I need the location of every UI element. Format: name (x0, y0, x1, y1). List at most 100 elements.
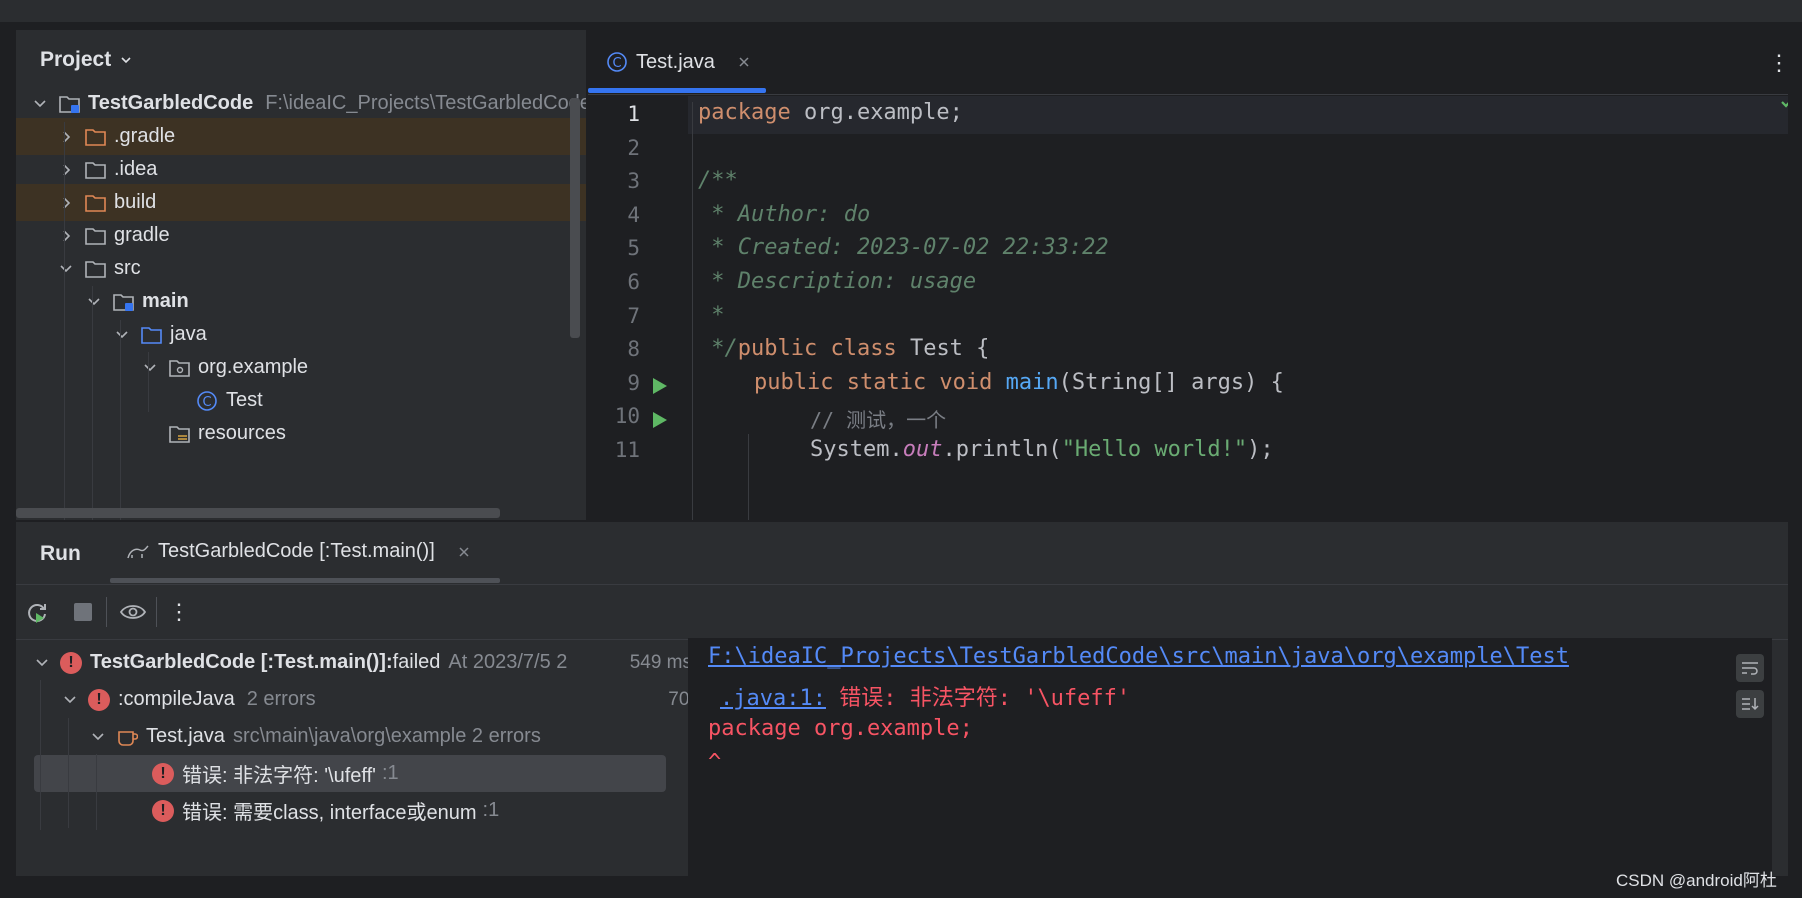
tab-test-java[interactable]: C Test.java (588, 30, 766, 94)
code-line-11[interactable]: System.out.println("Hello world!"); (810, 437, 1274, 462)
chevron-down-icon[interactable] (56, 259, 76, 279)
project-tool-window: Project TestGarbledCode F:\ideaIC_Projec… (16, 30, 586, 520)
chevron-down-icon[interactable] (60, 690, 80, 710)
code-line-6[interactable]: * Description: usage (698, 269, 976, 294)
excluded-folder-icon (84, 192, 108, 214)
console-error-message: 错误: 非法字符: '\ufeff' (825, 686, 1131, 711)
run-gutter-icon[interactable] (650, 410, 670, 430)
tree-item-root[interactable]: TestGarbledCode F:\ideaIC_Projects\TestG… (16, 85, 586, 122)
tree-item-resources[interactable]: resources (16, 415, 586, 452)
console-caret-line: ^ (708, 750, 722, 775)
tree-indent-guide (148, 352, 149, 412)
tree-item-label: build (114, 191, 157, 213)
code-token: package (698, 100, 791, 125)
code-line-8[interactable]: */public class Test { (698, 336, 989, 361)
tree-item-gradle[interactable]: gradle (16, 217, 586, 254)
code-line-5[interactable]: * Created: 2023-07-02 22:33:22 (698, 235, 1108, 260)
tree-item-idea[interactable]: .idea (16, 151, 586, 188)
line-number: 4 (627, 203, 640, 227)
chevron-down-icon[interactable] (30, 94, 50, 114)
chevron-right-icon[interactable] (56, 127, 76, 147)
more-options-icon[interactable]: ⋮ (1768, 50, 1788, 76)
stop-icon[interactable] (70, 599, 96, 625)
excluded-folder-icon (84, 126, 108, 148)
code-line-7[interactable]: * (698, 303, 724, 328)
console-file-link[interactable]: .java:1: (720, 686, 826, 711)
run-toolbar: ⋮ (16, 584, 1788, 640)
error-1-label: 错误: 非法字符: '\ufeff' (182, 765, 376, 787)
chevron-down-icon[interactable] (84, 292, 104, 312)
run-tab-testgarbledcode[interactable]: TestGarbledCode [:Test.main()] (126, 540, 471, 563)
run-gutter-icon[interactable] (650, 376, 670, 396)
active-tab-indicator (110, 578, 500, 583)
vertical-scrollbar[interactable] (570, 98, 580, 338)
chevron-down-icon[interactable] (140, 358, 160, 378)
code-line-4[interactable]: * Author: do (698, 202, 870, 227)
build-root-status: failed (392, 651, 441, 673)
close-icon[interactable] (457, 545, 471, 559)
chevron-down-icon[interactable] (32, 653, 52, 673)
line-number: 10 (614, 404, 640, 428)
console-output[interactable]: F:\ideaIC_Projects\TestGarbledCode\src\m… (688, 638, 1772, 876)
active-tab-indicator (588, 88, 766, 93)
class-icon: C (606, 51, 628, 73)
horizontal-scrollbar[interactable] (16, 508, 500, 518)
error-2-line: :1 (482, 799, 500, 821)
line-number: 2 (627, 136, 640, 160)
tree-item-main[interactable]: main (16, 283, 586, 320)
build-root-label: TestGarbledCode [:Test.main()]: (90, 651, 393, 673)
chevron-down-icon[interactable] (112, 325, 132, 345)
tab-label: Test.java (636, 50, 715, 73)
project-view-selector[interactable]: Project (40, 48, 133, 72)
build-node-test-java[interactable]: Test.java src\main\java\org\example 2 er… (16, 718, 758, 755)
chevron-right-icon[interactable] (56, 160, 76, 180)
code-line-9[interactable]: public static void main(String[] args) { (754, 370, 1284, 395)
rerun-icon[interactable] (24, 599, 50, 625)
module-folder-icon (58, 93, 82, 115)
chevron-down-icon[interactable] (88, 727, 108, 747)
console-error-line: .java:1: 错误: 非法字符: '\ufeff' (720, 680, 1130, 712)
class-icon: C (196, 390, 220, 412)
line-number: 11 (614, 438, 640, 462)
code-token: org.example; (790, 100, 963, 125)
tree-indent-guide (92, 286, 93, 520)
soft-wrap-icon[interactable] (1736, 654, 1764, 682)
code-line-1[interactable]: package org.example; (698, 100, 963, 125)
tree-indent-guide (120, 320, 121, 520)
inspection-ok-icon[interactable] (1780, 94, 1788, 110)
code-token: System. (810, 437, 903, 462)
build-results-tree: ! TestGarbledCode [:Test.main()]: failed… (16, 640, 720, 876)
editor-area: C Test.java ⋮ 1 2 3 4 5 6 7 8 9 10 11 pa… (588, 30, 1788, 520)
code-token: "Hello world!" (1061, 437, 1248, 462)
tree-item-package[interactable]: org.example (16, 349, 586, 386)
code-line-3[interactable]: /** (698, 168, 738, 193)
tree-item-test-class[interactable]: C Test (16, 382, 586, 419)
line-number: 1 (627, 102, 640, 126)
chevron-right-icon[interactable] (56, 226, 76, 246)
tree-indent-guide (40, 680, 41, 830)
folder-icon (84, 258, 108, 280)
tree-item-src[interactable]: src (16, 250, 586, 287)
scroll-to-end-icon[interactable] (1736, 690, 1764, 718)
line-number: 8 (627, 337, 640, 361)
tree-item-java[interactable]: java (16, 316, 586, 353)
build-error-1[interactable]: ! 错误: 非法字符: '\ufeff' :1 (34, 755, 666, 792)
code-line-10[interactable]: // 测试，一个 (810, 404, 946, 433)
svg-text:C: C (612, 56, 621, 71)
chevron-right-icon[interactable] (56, 193, 76, 213)
tree-item-build[interactable]: build (16, 184, 586, 221)
line-number: 5 (627, 236, 640, 260)
tree-item-label: resources (198, 422, 286, 444)
console-file-link[interactable]: F:\ideaIC_Projects\TestGarbledCode\src\m… (708, 644, 1569, 669)
more-options-icon[interactable]: ⋮ (166, 599, 192, 625)
build-node-compilejava[interactable]: ! :compileJava 2 errors 70 ms (16, 681, 730, 718)
eye-icon[interactable] (120, 599, 146, 625)
code-token: public static void (754, 370, 993, 395)
build-node-root[interactable]: ! TestGarbledCode [:Test.main()]: failed… (16, 644, 702, 681)
tree-item-gradle-hidden[interactable]: .gradle (16, 118, 586, 155)
source-folder-icon (140, 324, 164, 346)
build-root-timestamp: At 2023/7/5 2 (448, 651, 568, 673)
code-token: out (902, 437, 943, 462)
close-icon[interactable] (737, 55, 751, 69)
